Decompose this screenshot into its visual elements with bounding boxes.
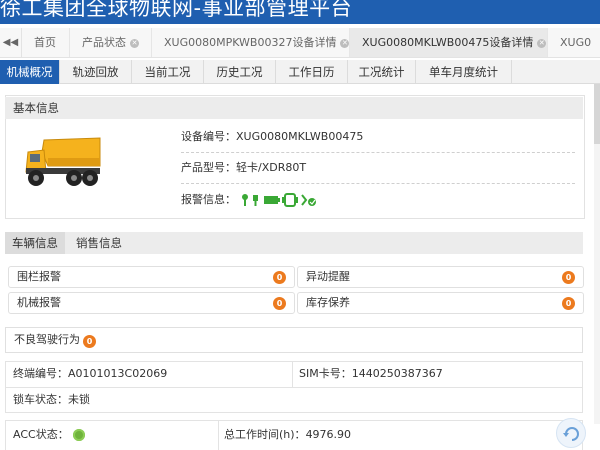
close-icon[interactable]: ✕ xyxy=(130,38,139,48)
inventory-maintenance-card[interactable]: 库存保养 0 xyxy=(297,292,584,314)
abnormal-move-alert-card[interactable]: 异动提醒 0 xyxy=(297,266,584,288)
gps-icon xyxy=(242,194,248,206)
total-work-time-label: 总工作时间(h)： xyxy=(224,428,306,441)
bad-driving-count-badge: 0 xyxy=(83,335,96,348)
model-label: 产品型号： xyxy=(181,161,236,174)
refresh-floating-button[interactable] xyxy=(556,418,586,448)
tab-product-status[interactable]: 产品状态 ✕ xyxy=(70,28,152,57)
tab-history-condition[interactable]: 历史工况 xyxy=(204,60,276,84)
page-tab-bar: ◀◀ 首页 产品状态 ✕ XUG0080MPKWB00327设备详情 ✕ XUG00… xyxy=(0,28,600,58)
model-row: 产品型号：轻卡/XDR80T xyxy=(181,158,575,178)
tab-label: 产品状态 xyxy=(82,36,126,49)
tab-machine-overview[interactable]: 机械概况 xyxy=(0,60,60,84)
alarm-count-badge: 0 xyxy=(273,271,286,284)
lock-cell: 锁车状态：未锁 xyxy=(13,387,90,413)
device-number-label: 设备编号： xyxy=(181,130,236,143)
tab-sales-info[interactable]: 销售信息 xyxy=(69,232,129,254)
divider xyxy=(181,183,575,184)
alarm-count-badge: 0 xyxy=(273,297,286,310)
page-scrollbar[interactable] xyxy=(594,84,600,424)
signal-check-icon xyxy=(301,194,316,206)
divider xyxy=(181,152,575,153)
alarm-label: 围栏报警 xyxy=(17,270,61,283)
divider xyxy=(218,420,219,450)
total-work-time-cell: 总工作时间(h)：4976.90 xyxy=(224,422,351,448)
alarm-label: 异动提醒 xyxy=(306,270,350,283)
sim-cell: SIM卡号：1440250387367 xyxy=(299,361,443,387)
app-title: 徐工集团全球物联网-事业部管理平台 xyxy=(0,0,353,20)
alarm-count-badge: 0 xyxy=(562,297,575,310)
detail-sub-nav: 机械概况 轨迹回放 当前工况 历史工况 工作日历 工况统计 单车月度统计 xyxy=(0,60,600,84)
device-number-row: 设备编号：XUG0080MKLWB00475 xyxy=(181,127,575,147)
device-icon xyxy=(282,193,298,207)
battery-icon xyxy=(264,196,280,204)
tab-home[interactable]: 首页 xyxy=(22,28,70,57)
alarm-status-icons xyxy=(242,193,316,207)
vehicle-tab-bar: 车辆信息 销售信息 xyxy=(5,232,583,254)
divider xyxy=(5,387,583,388)
acc-cell: ACC状态： xyxy=(13,422,85,448)
terminal-cell: 终端编号：A0101013C02069 xyxy=(13,361,167,387)
refresh-icon xyxy=(563,427,579,441)
tab-overflow[interactable]: XUG0 xyxy=(548,28,600,57)
app-header: 徐工集团全球物联网-事业部管理平台 xyxy=(0,0,600,24)
tab-track-replay[interactable]: 轨迹回放 xyxy=(60,60,132,84)
tab-device-detail-00475[interactable]: XUG0080MKLWB00475设备详情 ✕ xyxy=(350,28,548,57)
fence-alarm-card[interactable]: 围栏报警 0 xyxy=(8,266,295,288)
close-icon[interactable]: ✕ xyxy=(340,38,350,48)
lock-value: 未锁 xyxy=(68,393,90,406)
alarm-label: 库存保养 xyxy=(306,296,350,309)
terminal-value: A0101013C02069 xyxy=(68,367,168,380)
acc-status-icon xyxy=(72,429,85,441)
close-icon[interactable]: ✕ xyxy=(537,38,547,48)
total-work-time-value: 4976.90 xyxy=(305,428,352,441)
tab-work-calendar[interactable]: 工作日历 xyxy=(276,60,348,84)
acc-label: ACC状态： xyxy=(13,428,69,441)
divider xyxy=(292,361,293,387)
tab-scroll-left-icon[interactable]: ◀◀ xyxy=(0,28,22,57)
basic-info-heading: 基本信息 xyxy=(5,97,583,119)
terminal-label: 终端编号： xyxy=(13,367,68,380)
tab-device-detail-00327[interactable]: XUG0080MPKWB00327设备详情 ✕ xyxy=(152,28,350,57)
tab-label: XUG0080MKLWB00475设备详情 xyxy=(362,36,534,49)
sim-label: SIM卡号： xyxy=(299,367,352,380)
tab-label: 首页 xyxy=(34,36,56,49)
sim-value: 1440250387367 xyxy=(351,367,443,380)
alarm-label: 机械报警 xyxy=(17,296,61,309)
tab-current-condition[interactable]: 当前工况 xyxy=(132,60,204,84)
model-value: 轻卡/XDR80T xyxy=(236,161,307,174)
bad-driving-card[interactable]: 不良驾驶行为 0 xyxy=(5,327,583,353)
tab-condition-stats[interactable]: 工况统计 xyxy=(348,60,416,84)
alarm-info-label: 报警信息： xyxy=(181,193,236,206)
device-number-value: XUG0080MKLWB00475 xyxy=(236,130,364,143)
tab-label: XUG0 xyxy=(560,36,592,49)
scrollbar-thumb[interactable] xyxy=(594,84,600,144)
bad-driving-label: 不良驾驶行为 xyxy=(14,333,80,346)
alarm-count-badge: 0 xyxy=(562,271,575,284)
tab-label: XUG0080MPKWB00327设备详情 xyxy=(164,36,337,49)
dump-truck-image xyxy=(25,137,101,186)
tab-monthly-stats[interactable]: 单车月度统计 xyxy=(416,60,512,84)
machine-alarm-card[interactable]: 机械报警 0 xyxy=(8,292,295,314)
tab-vehicle-info[interactable]: 车辆信息 xyxy=(5,232,65,254)
plug-icon xyxy=(253,195,258,206)
lock-label: 锁车状态： xyxy=(13,393,68,406)
